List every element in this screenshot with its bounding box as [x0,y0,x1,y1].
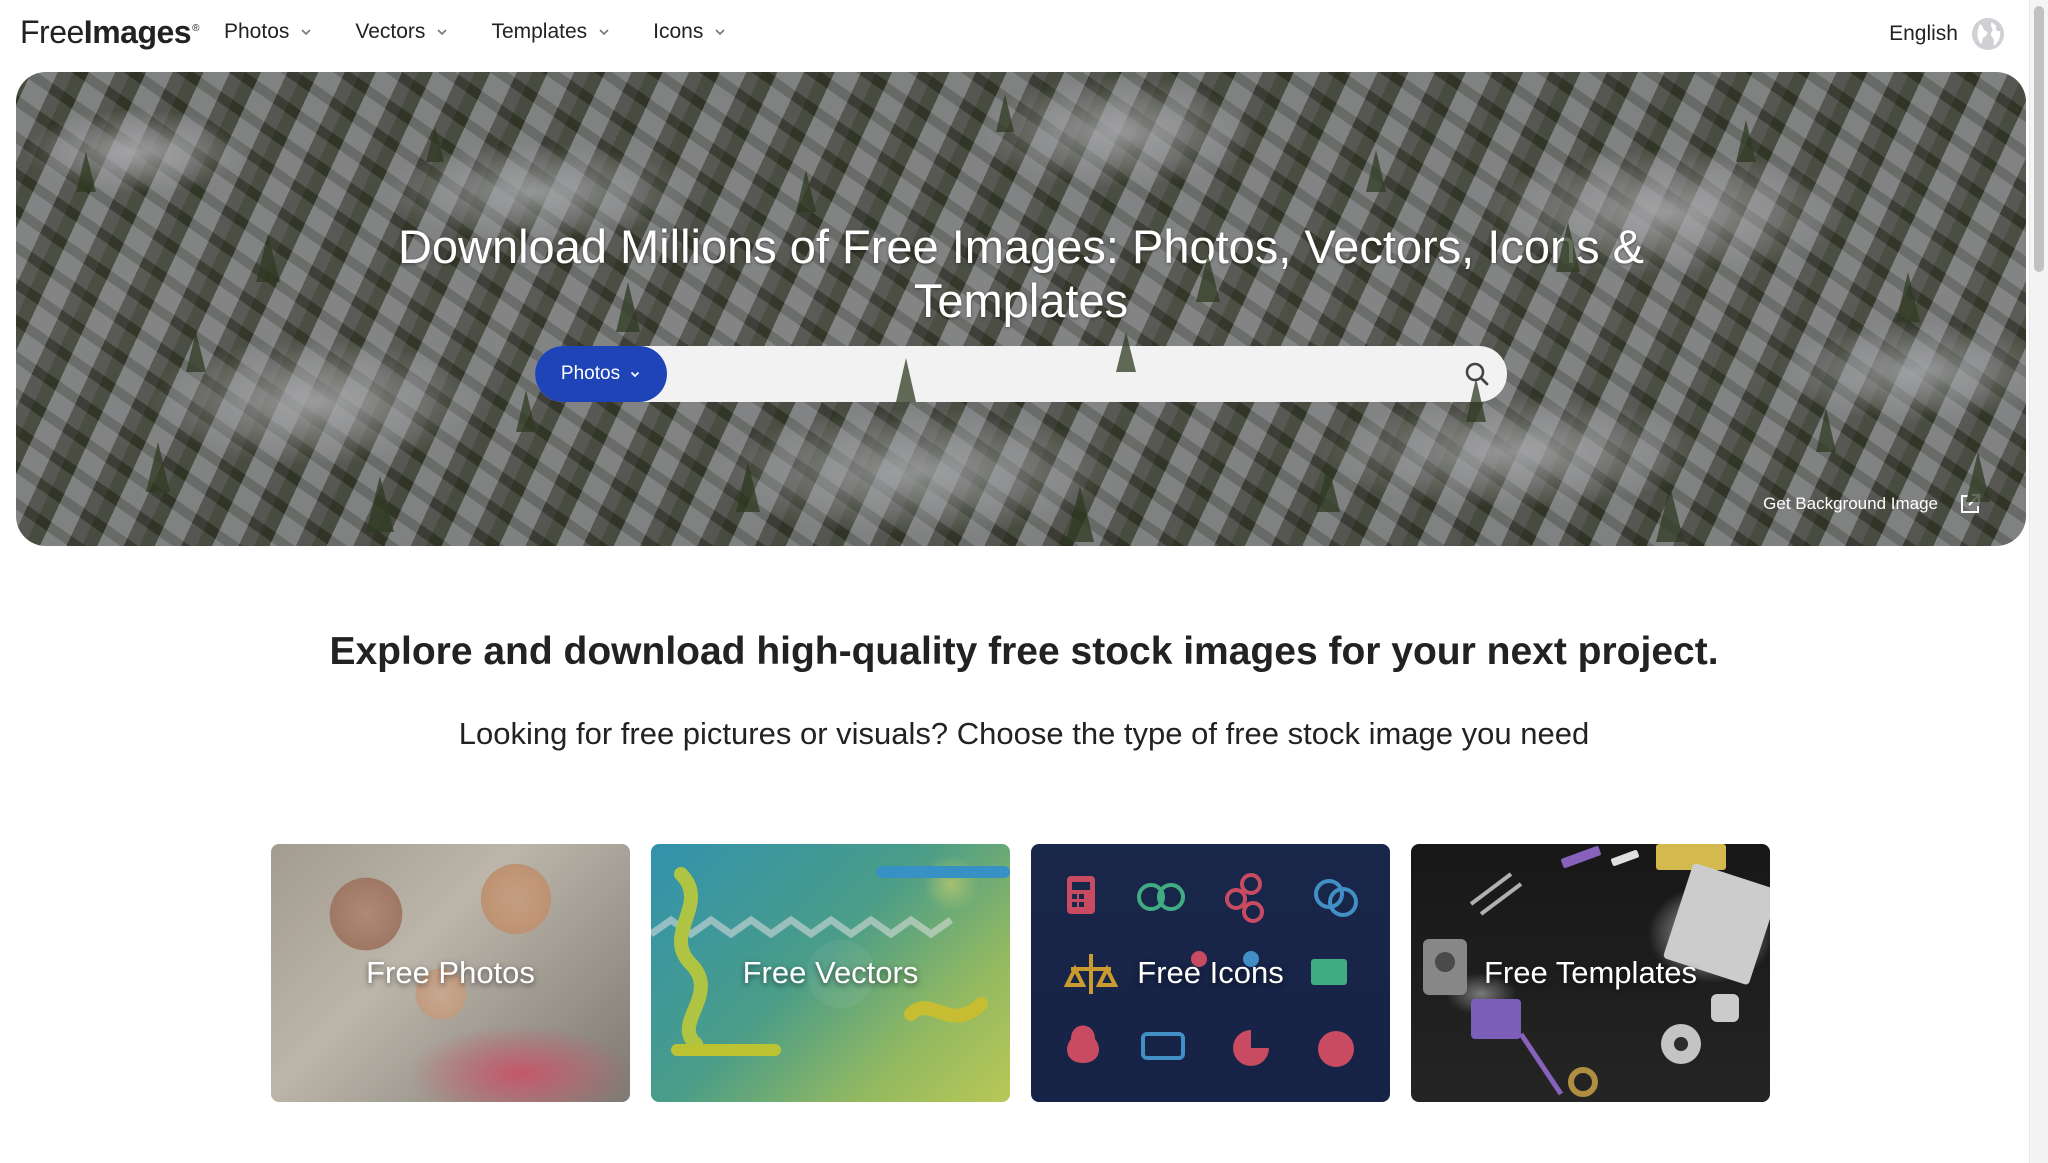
nav-templates-label: Templates [491,20,588,43]
free-photos-card[interactable]: Free Photos [271,844,630,1102]
explore-heading: Explore and download high-quality free s… [329,630,1719,673]
freeimages-logo[interactable]: FreeImages® [20,14,199,51]
free-icons-card[interactable]: Free Icons [1031,844,1390,1102]
page-scrollbar[interactable] [2029,0,2048,1163]
looking-subheading: Looking for free pictures or visuals? Ch… [458,716,1590,751]
free-vectors-card[interactable]: Free Vectors [651,844,1010,1102]
nav-icons-label: Icons [653,20,704,43]
card-label: Free Photos [366,955,535,990]
nav-templates-dropdown[interactable]: Templates [491,20,611,44]
main-menu: Photos Vectors Templates Icons [224,20,727,44]
card-label: Free Vectors [742,955,919,990]
card-label: Free Icons [1137,955,1284,990]
top-navigation: FreeImages® Photos Vectors Templates Ico… [0,0,2048,72]
chevron-down-icon [715,29,725,36]
globe-icon [1972,18,2004,50]
nav-icons-dropdown[interactable]: Icons [653,20,727,44]
chevron-down-icon [301,29,311,36]
free-templates-card[interactable]: Free Templates [1411,844,1770,1102]
scrollbar-thumb[interactable] [2034,6,2044,272]
nav-photos-dropdown[interactable]: Photos [224,20,313,44]
hero-banner: Download Millions of Free Images: Photos… [16,72,2026,546]
language-label: English [1889,22,1958,45]
chevron-down-icon [437,29,448,36]
snowy-forest-background [76,94,1990,542]
card-label: Free Templates [1483,955,1698,990]
language-selector[interactable]: English [1889,18,2004,50]
nav-vectors-label: Vectors [355,20,426,43]
chevron-down-icon [599,29,609,36]
nav-photos-label: Photos [224,20,290,43]
nav-vectors-dropdown[interactable]: Vectors [355,20,449,44]
category-cards: Free Photos Free Vectors Free Icons Free… [271,844,1770,1102]
